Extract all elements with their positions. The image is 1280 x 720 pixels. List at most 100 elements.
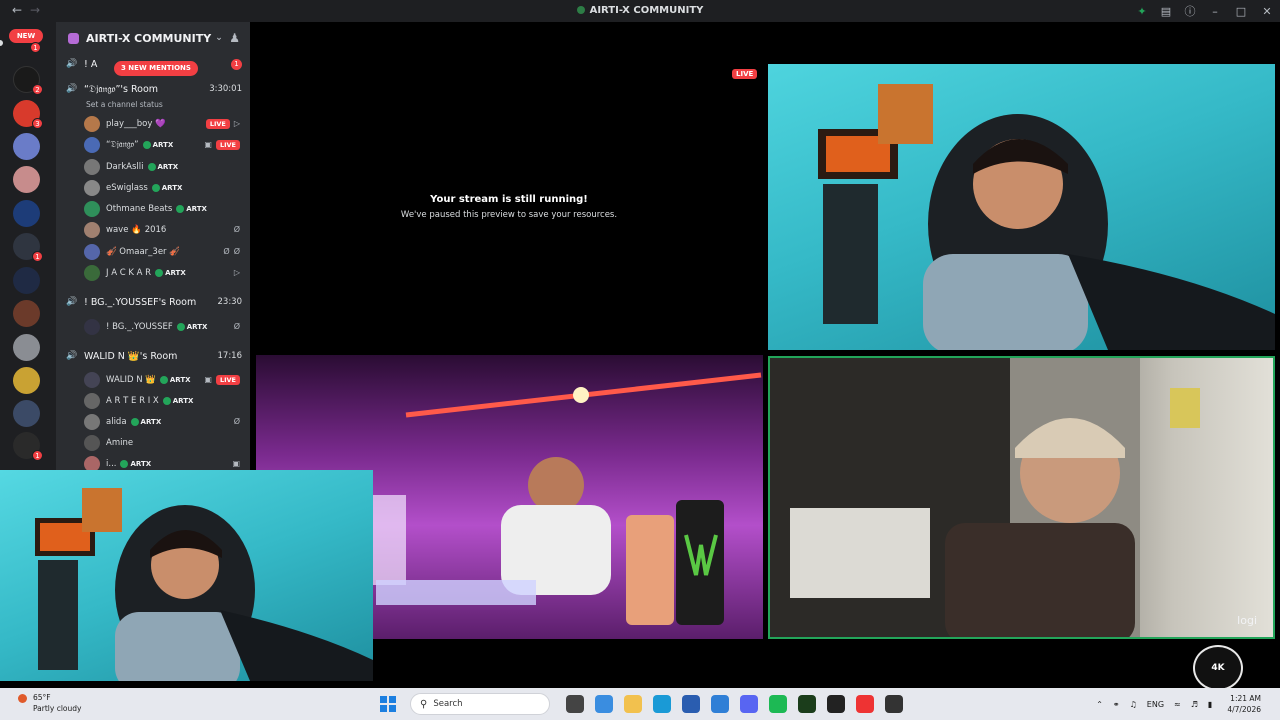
server-icon-chk[interactable]: 1 (13, 233, 43, 262)
microphone-icon[interactable]: ♫ (1130, 700, 1137, 709)
server-icon-anime[interactable] (13, 133, 40, 160)
picture-in-picture-cam[interactable] (0, 470, 373, 681)
voice-user[interactable]: eSwiglass ARTX (84, 178, 240, 197)
voice-user[interactable]: Amine (84, 433, 240, 452)
channel-status[interactable]: Set a channel status (86, 100, 163, 109)
webcam-scene (818, 84, 1275, 350)
stream-icon: ▷ (233, 268, 240, 277)
server-icon-pink[interactable] (13, 166, 40, 193)
server-tag: ARTX (162, 396, 193, 405)
title-bar: ← → AIRTI-X COMMUNITY ✦ ▤ ⓘ – □ ✕ (0, 0, 1280, 22)
widgets-icon[interactable] (594, 695, 613, 713)
language-indicator[interactable]: ENG (1147, 700, 1164, 709)
voice-user[interactable]: “𝔇𝔧𝔞𝔫𝔤𝔬” ARTX ▣ LIVE (84, 135, 240, 154)
taskbar-search[interactable]: ⚲ Search (410, 693, 550, 715)
task-view-icon[interactable] (565, 695, 584, 713)
server-rail: NEW 1 2 3 1 1 (0, 22, 56, 470)
voice-user[interactable]: DarkAslli ARTX (84, 157, 240, 176)
clock[interactable]: 1:21 AM 4/7/2026 (1222, 693, 1266, 715)
help-icon[interactable]: ⓘ (1178, 3, 1202, 19)
server-icon-blue[interactable] (13, 200, 40, 227)
battery-icon[interactable]: ▮ (1208, 700, 1212, 709)
server-badge: 1 (27, 37, 41, 53)
voice-user[interactable]: J A C K A R ARTX ▷ (84, 263, 240, 282)
avatar (84, 413, 100, 430)
weather-icon (18, 694, 27, 703)
server-icon-dark[interactable] (13, 400, 40, 427)
weather-widget[interactable]: 65°F Partly cloudy (18, 692, 81, 714)
video-tile-webcam-1[interactable] (768, 64, 1275, 350)
server-icon-gold[interactable] (13, 367, 40, 394)
voice-user[interactable]: Othmane Beats ARTX (84, 199, 240, 218)
store-icon[interactable] (681, 695, 700, 713)
voice-user[interactable]: ! BG._.YOUSSEF ARTX Ø (84, 317, 240, 336)
obs-icon[interactable] (826, 695, 845, 713)
new-badge[interactable]: NEW (9, 29, 43, 43)
chevron-up-icon[interactable]: ⌃ (1096, 700, 1103, 709)
voice-room[interactable]: 🔊 WALID N 👑's Room 17:16 (66, 346, 242, 366)
invite-people-icon[interactable]: ♟ (229, 31, 240, 45)
server-tag: ARTX (147, 162, 178, 171)
server-icon-butz[interactable]: 2 (13, 66, 43, 95)
maximize-icon[interactable]: □ (1228, 5, 1254, 18)
server-tag: ARTX (142, 140, 173, 149)
stream-icon: ▷ (233, 119, 240, 128)
search-icon: ⚲ (420, 698, 428, 710)
voice-room[interactable]: 🔊 ! BG._.YOUSSEF's Room 23:30 (66, 292, 242, 312)
edge-icon[interactable] (652, 695, 671, 713)
server-tag: ARTX (155, 268, 186, 277)
paused-stream-tile[interactable]: Your stream is still running! We've paus… (256, 64, 762, 350)
wifi-icon[interactable]: ≈ (1174, 700, 1181, 709)
window-title: AIRTI-X COMMUNITY (0, 5, 1280, 16)
unread-pill (0, 40, 3, 46)
voice-user[interactable]: play___boy 💜 LIVE ▷ (84, 114, 240, 133)
paused-title: Your stream is still running! (430, 194, 588, 205)
deafen-icon: Ø (233, 247, 240, 256)
server-header[interactable]: AIRTI-X COMMUNITY ⌄ ♟ (56, 22, 250, 54)
video-tile-webcam-2[interactable]: logi (768, 356, 1275, 639)
server-icon-red[interactable]: 3 (13, 100, 43, 129)
camera-icon: ▣ (204, 140, 212, 149)
server-guild-icon (68, 32, 79, 44)
voice-user[interactable]: i... ARTX ▣ (84, 454, 240, 470)
server-tag: ARTX (120, 459, 151, 468)
voice-user[interactable]: 🎻 Omaar_3er 🎻 Ø Ø (84, 242, 240, 261)
server-tag: ARTX (176, 204, 207, 213)
file-explorer-icon[interactable] (623, 695, 642, 713)
voice-user[interactable]: alida ARTX Ø (84, 412, 240, 431)
network-icon[interactable]: ⚭ (1113, 700, 1120, 709)
spotify-icon[interactable] (768, 695, 787, 713)
server-icon-grey[interactable] (13, 334, 40, 361)
voice-user[interactable]: A R T E R I X ARTX (84, 391, 240, 410)
server-icon-star[interactable] (13, 267, 40, 294)
paused-subtitle: We've paused this preview to save your r… (400, 210, 618, 220)
mute-icon: Ø (233, 322, 240, 331)
opera-icon[interactable] (855, 695, 874, 713)
app-icon[interactable] (884, 695, 903, 713)
avatar (84, 200, 100, 217)
chevron-down-icon: ⌄ (215, 33, 223, 43)
inbox-icon[interactable]: ▤ (1154, 5, 1178, 18)
nitro-icon[interactable]: ✦ (1130, 5, 1154, 18)
channel-sidebar: AIRTI-X COMMUNITY ⌄ ♟ 🔊 ! A 1 3 NEW MENT… (56, 22, 250, 470)
server-icon-7[interactable]: 1 (13, 432, 43, 461)
outlook-icon[interactable] (710, 695, 729, 713)
minimize-icon[interactable]: – (1202, 5, 1228, 18)
mute-icon: Ø (233, 417, 240, 426)
pip-scene (35, 488, 373, 681)
avatar (84, 158, 100, 175)
voice-user[interactable]: wave 🔥 2016 Ø (84, 220, 240, 239)
voice-room[interactable]: 🔊 “𝔇𝔧𝔞𝔫𝔤𝔬”'s Room 3:30:01 (66, 79, 242, 99)
new-mentions-badge[interactable]: 3 NEW MENTIONS (114, 61, 198, 76)
mute-icon: Ø (233, 225, 240, 234)
webcam2-scene (770, 358, 1200, 637)
windows-start-icon[interactable] (380, 696, 396, 712)
terminal-icon[interactable] (797, 695, 816, 713)
volume-icon[interactable]: ♬ (1191, 700, 1198, 709)
avatar (84, 243, 100, 260)
voice-user[interactable]: WALID N 👑 ARTX ▣ LIVE (84, 370, 240, 389)
discord-icon[interactable] (739, 695, 758, 713)
server-icon-brown[interactable] (13, 300, 40, 327)
close-icon[interactable]: ✕ (1254, 5, 1280, 18)
title-bar-icons: ✦ ▤ ⓘ – □ ✕ (1130, 0, 1280, 22)
